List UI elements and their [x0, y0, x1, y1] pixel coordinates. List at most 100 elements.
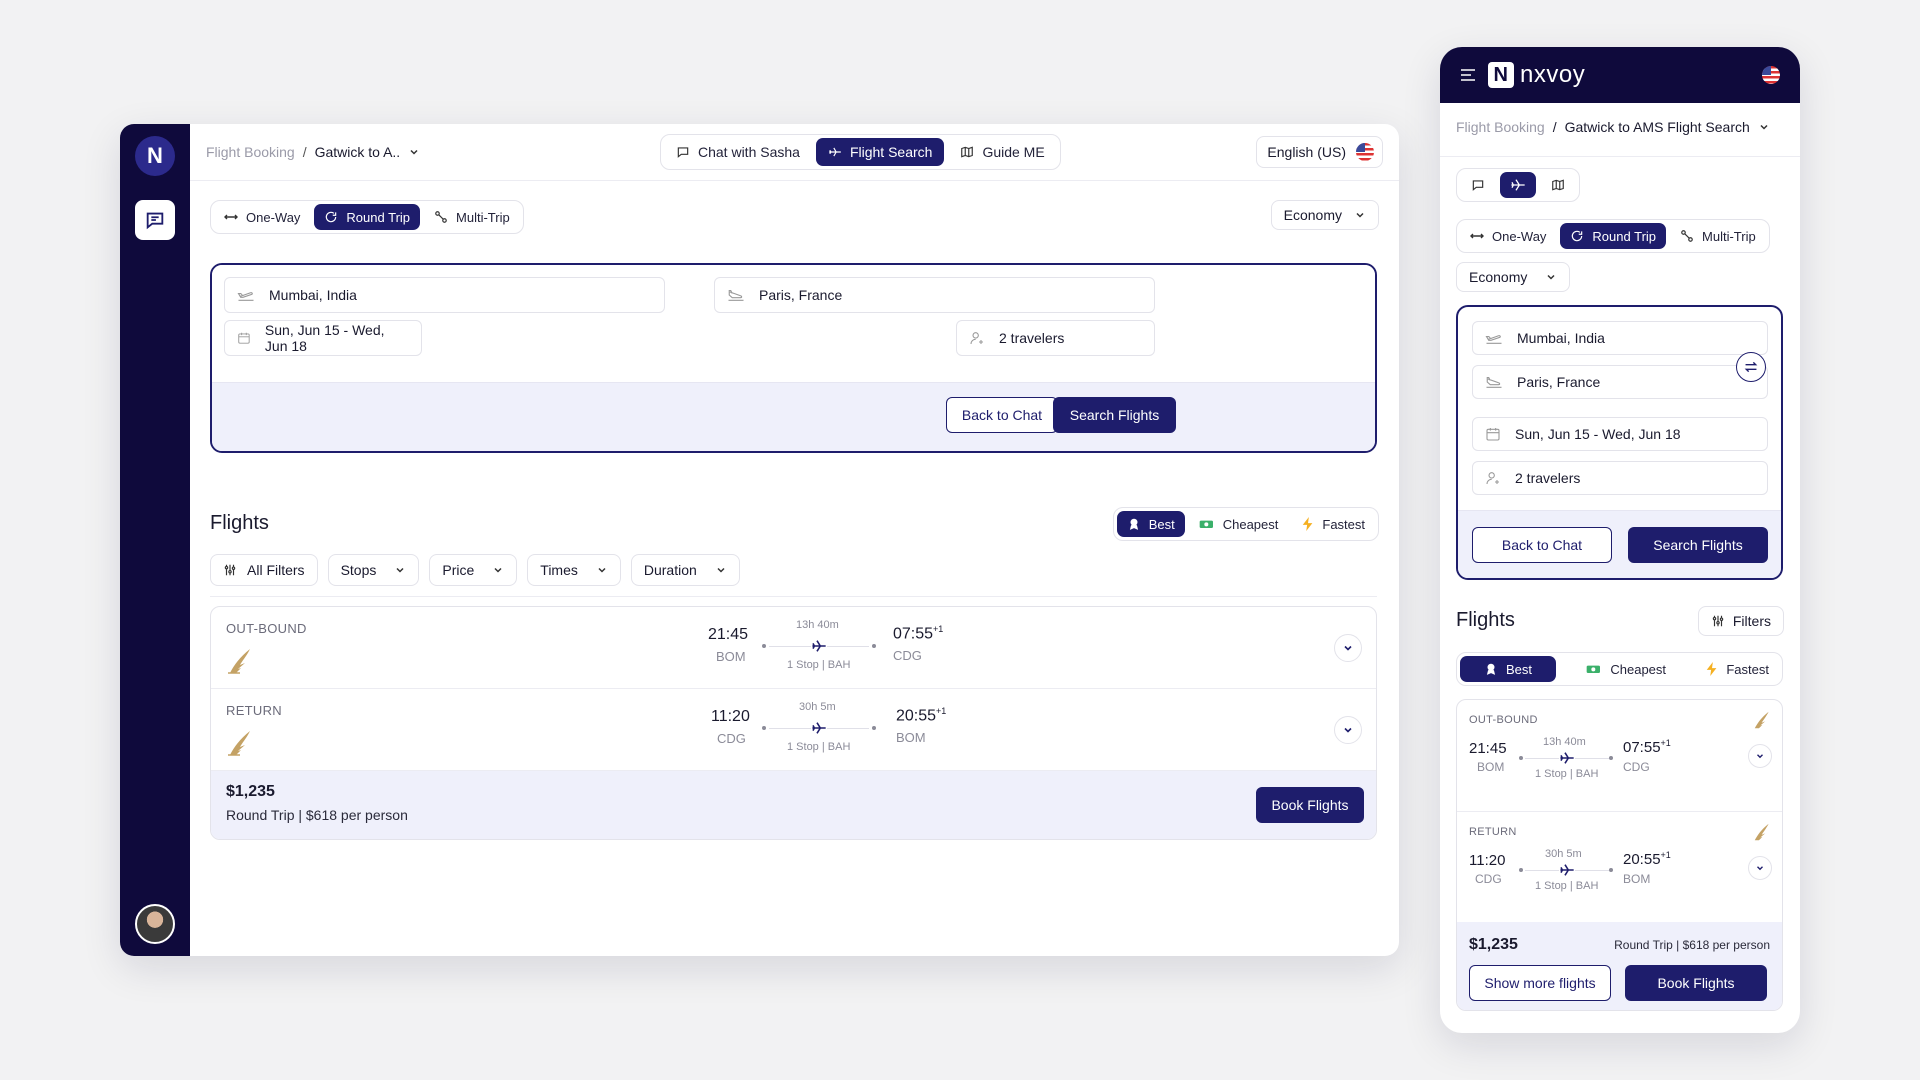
- brand-mark-icon: N: [1488, 62, 1514, 88]
- airline-falcon-icon: [228, 731, 250, 756]
- cabin-class-value: Economy: [1469, 269, 1528, 285]
- flight-result-card[interactable]: OUT-BOUND 21:45 BOM 13h 40m 1 Stop | BAH…: [210, 606, 1377, 840]
- flight-search-form: Mumbai, India Paris, France Sun, Jun 15 …: [210, 263, 1377, 453]
- mode-tabs: Chat with Sasha Flight Search Guide ME: [660, 134, 1061, 170]
- sort-fastest[interactable]: Fastest: [1292, 511, 1375, 537]
- route-icon: [435, 211, 447, 223]
- stops-info: 1 Stop | BAH: [1535, 880, 1599, 892]
- search-flights-button[interactable]: Search Flights: [1053, 397, 1176, 433]
- filter-chips: All Filters Stops Price Times Duration: [210, 554, 740, 586]
- chevron-down-icon[interactable]: [1758, 121, 1770, 133]
- medal-icon: [1486, 663, 1496, 675]
- destination-field[interactable]: Paris, France: [1472, 365, 1768, 399]
- person-add-icon: [970, 332, 983, 345]
- chevron-down-icon[interactable]: [408, 146, 420, 158]
- breadcrumb-root[interactable]: Flight Booking: [206, 144, 295, 160]
- brand-logo[interactable]: N nxvoy: [1488, 61, 1585, 89]
- leg-label: RETURN: [1469, 826, 1517, 838]
- plane-icon: [811, 639, 827, 653]
- filter-label: All Filters: [247, 562, 305, 578]
- filter-times[interactable]: Times: [527, 554, 621, 586]
- destination-field[interactable]: Paris, France: [714, 277, 1155, 313]
- filter-stops[interactable]: Stops: [327, 554, 420, 586]
- app-logo-icon[interactable]: N: [135, 136, 175, 176]
- cabin-class-select[interactable]: Economy: [1270, 200, 1379, 230]
- dates-value: Sun, Jun 15 - Wed, Jun 18: [264, 322, 385, 354]
- travelers-field[interactable]: 2 travelers: [1472, 461, 1768, 495]
- breadcrumb-current[interactable]: Gatwick to A..: [315, 144, 401, 160]
- expand-return-button[interactable]: [1748, 856, 1772, 880]
- travelers-field[interactable]: 2 travelers: [956, 320, 1155, 356]
- departure-time: 21:45: [1469, 740, 1507, 757]
- tab-chat-with-sasha[interactable]: Chat with Sasha: [664, 138, 812, 166]
- trip-one-way[interactable]: One-Way: [1460, 223, 1556, 249]
- sort-fastest[interactable]: Fastest: [1696, 656, 1779, 682]
- mobile-flight-result-card[interactable]: OUT-BOUND 21:45 BOM 13h 40m 1 Stop | BAH…: [1456, 699, 1783, 1011]
- cabin-class-value: Economy: [1283, 207, 1342, 223]
- breadcrumb-root[interactable]: Flight Booking: [1456, 119, 1545, 135]
- trip-multi-trip[interactable]: Multi-Trip: [424, 204, 520, 230]
- search-flights-button[interactable]: Search Flights: [1628, 527, 1768, 563]
- person-add-icon: [1486, 472, 1499, 485]
- expand-outbound-button[interactable]: [1748, 744, 1772, 768]
- hamburger-menu-icon[interactable]: [1460, 68, 1476, 82]
- filters-button[interactable]: Filters: [1697, 606, 1784, 636]
- price-bar: $1,235 Round Trip | $618 per person Show…: [1457, 922, 1782, 1010]
- money-icon: [1587, 665, 1601, 673]
- sort-cheapest[interactable]: Cheapest: [1189, 511, 1289, 537]
- filter-all-filters[interactable]: All Filters: [210, 554, 318, 586]
- chat-bubble-icon: [677, 147, 689, 158]
- language-selector[interactable]: English (US): [1256, 136, 1383, 168]
- tab-flight-search[interactable]: Flight Search: [815, 138, 945, 166]
- breadcrumb-separator: /: [1552, 119, 1557, 135]
- next-day-marker: +1: [1660, 738, 1671, 748]
- route-dot: [762, 644, 766, 648]
- trip-round-trip[interactable]: Round Trip: [314, 204, 421, 230]
- swap-icon[interactable]: [1736, 352, 1766, 382]
- tab-guide-me[interactable]: Guide ME: [948, 138, 1056, 166]
- origin-field[interactable]: Mumbai, India: [1472, 321, 1768, 355]
- trip-multi-trip[interactable]: Multi-Trip: [1670, 223, 1766, 249]
- back-to-chat-button[interactable]: Back to Chat: [946, 397, 1058, 433]
- arrival-code: BOM: [1623, 872, 1651, 886]
- origin-field[interactable]: Mumbai, India: [224, 277, 665, 313]
- breadcrumb-current[interactable]: Gatwick to AMS Flight Search: [1565, 119, 1750, 135]
- tab-flight-search[interactable]: [1500, 172, 1536, 198]
- user-avatar[interactable]: [135, 904, 175, 944]
- trip-label: Multi-Trip: [456, 209, 510, 225]
- trip-label: One-Way: [1492, 228, 1547, 244]
- expand-outbound-button[interactable]: [1334, 634, 1362, 662]
- filter-duration[interactable]: Duration: [630, 554, 740, 586]
- mobile-cabin-class-select[interactable]: Economy: [1456, 262, 1571, 292]
- sort-best[interactable]: Best: [1116, 511, 1185, 537]
- price-breakdown: Round Trip | $618 per person: [226, 807, 408, 823]
- filter-price[interactable]: Price: [429, 554, 518, 586]
- dates-field[interactable]: Sun, Jun 15 - Wed, Jun 18: [1472, 417, 1768, 451]
- money-icon: [1199, 520, 1213, 528]
- expand-return-button[interactable]: [1334, 716, 1362, 744]
- book-flights-button[interactable]: Book Flights: [1256, 787, 1364, 823]
- destination-value: Paris, France: [1517, 374, 1601, 390]
- back-to-chat-button[interactable]: Back to Chat: [1472, 527, 1612, 563]
- tab-chat[interactable]: [1460, 172, 1496, 198]
- trip-label: Multi-Trip: [1702, 228, 1756, 244]
- chevron-down-icon: [1757, 866, 1763, 871]
- airline-falcon-icon: [1754, 823, 1769, 841]
- trip-type-tabs: One-Way Round Trip Multi-Trip: [210, 200, 524, 234]
- arrival-code: BOM: [896, 730, 926, 745]
- sort-best[interactable]: Best: [1460, 656, 1557, 682]
- travelers-value: 2 travelers: [1515, 470, 1581, 486]
- trip-round-trip[interactable]: Round Trip: [1560, 223, 1667, 249]
- flight-duration: 13h 40m: [796, 619, 839, 631]
- trip-one-way[interactable]: One-Way: [214, 204, 310, 230]
- chat-nav-icon[interactable]: [135, 200, 175, 240]
- stops-info: 1 Stop | BAH: [787, 659, 851, 671]
- bolt-icon: [1707, 662, 1717, 676]
- dates-field[interactable]: Sun, Jun 15 - Wed, Jun 18: [224, 320, 422, 356]
- medal-icon: [1129, 518, 1138, 530]
- sort-cheapest[interactable]: Cheapest: [1576, 656, 1676, 682]
- tab-guide[interactable]: [1540, 172, 1576, 198]
- us-flag-icon[interactable]: [1762, 66, 1780, 84]
- book-flights-button[interactable]: Book Flights: [1625, 965, 1767, 1001]
- show-more-flights-button[interactable]: Show more flights: [1469, 965, 1611, 1001]
